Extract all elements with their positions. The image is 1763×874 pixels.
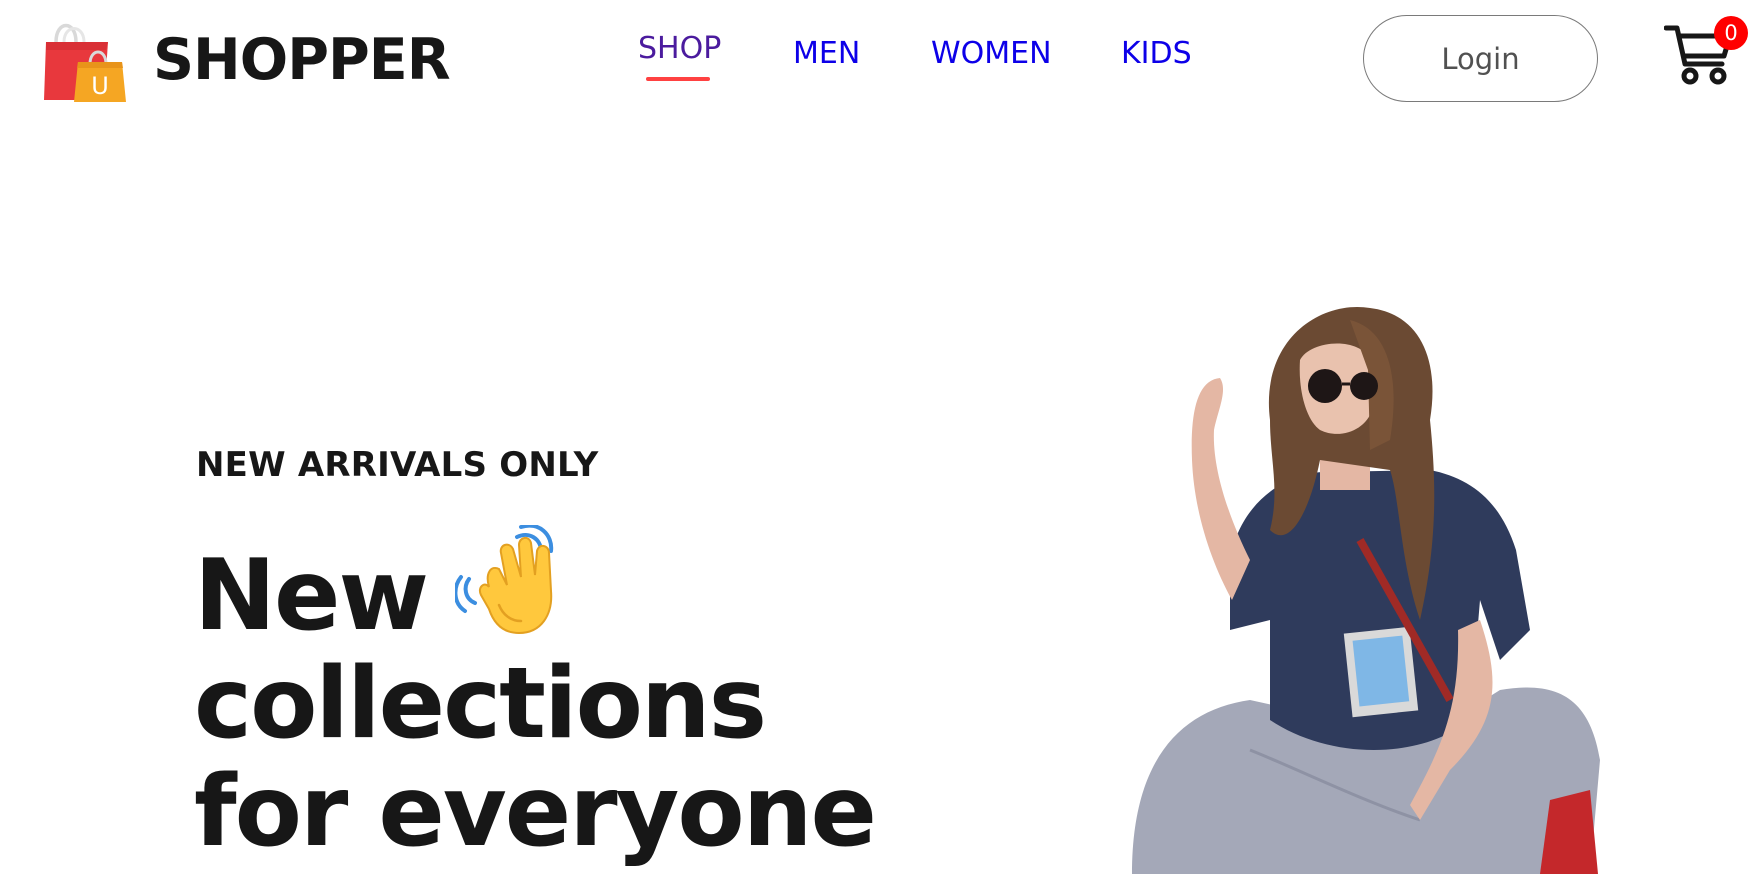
nav-item-women[interactable]: WOMEN <box>931 36 1052 71</box>
shopping-bags-icon: U <box>44 23 126 102</box>
logo[interactable]: U SHOPPER <box>42 14 451 102</box>
nav-item-label: KIDS <box>1121 36 1192 71</box>
brand-name: SHOPPER <box>153 27 451 93</box>
hero-title-line-3: for everyone <box>194 755 877 869</box>
nav-item-kids[interactable]: KIDS <box>1121 36 1192 71</box>
nav-item-label: SHOP <box>638 31 722 66</box>
nav-item-men[interactable]: MEN <box>793 36 860 71</box>
login-button[interactable]: Login <box>1363 15 1598 102</box>
navbar: U SHOPPER SHOP MEN WOMEN KIDS Login 0 <box>0 0 1763 120</box>
hero-model-image <box>1132 306 1600 874</box>
hero-title: New collections for everyone <box>194 525 894 866</box>
hero-title-line-1: New <box>194 525 894 650</box>
nav-item-label: MEN <box>793 36 861 71</box>
waving-hand-icon <box>455 525 554 635</box>
hero-text: NEW ARRIVALS ONLY New collections for ev… <box>194 445 877 866</box>
nav-item-label: WOMEN <box>931 36 1052 71</box>
svg-text:U: U <box>91 72 109 100</box>
cart-count-badge: 0 <box>1714 16 1748 50</box>
hero-title-line-2: collections <box>194 647 767 761</box>
nav-item-shop[interactable]: SHOP <box>638 31 722 81</box>
hero-tagline: NEW ARRIVALS ONLY <box>196 445 599 485</box>
active-nav-underline <box>646 77 710 81</box>
